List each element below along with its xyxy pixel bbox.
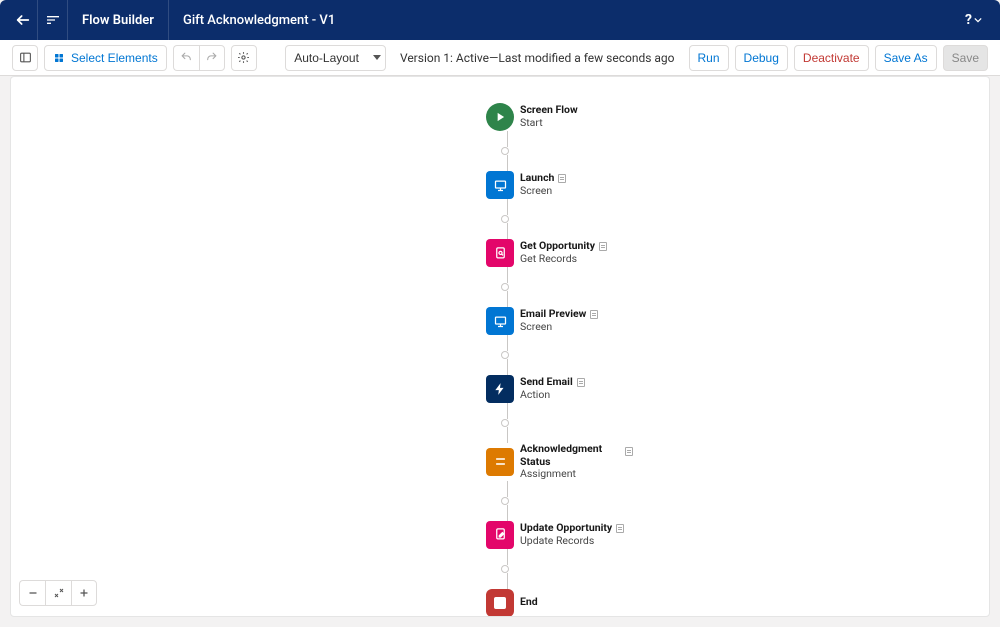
- node-subtitle: Get Records: [520, 253, 607, 266]
- help-icon: ?: [965, 12, 972, 28]
- template-badge-icon: [625, 447, 633, 456]
- redo-button[interactable]: [199, 45, 225, 71]
- node-subtitle: Start: [520, 117, 578, 130]
- toggle-side-panel-button[interactable]: [12, 45, 38, 71]
- flow-diagram: Screen Flow Start Launch Screen Get Oppo…: [486, 103, 633, 617]
- arrow-left-icon: [15, 12, 31, 28]
- flow-canvas[interactable]: Screen Flow Start Launch Screen Get Oppo…: [10, 76, 990, 617]
- end-icon: [486, 589, 514, 617]
- save-as-button[interactable]: Save As: [875, 45, 937, 71]
- redo-icon: [205, 51, 218, 64]
- flow-icon: [45, 12, 61, 28]
- add-element-dot[interactable]: [501, 565, 509, 573]
- settings-button[interactable]: [231, 45, 257, 71]
- add-element-dot[interactable]: [501, 215, 509, 223]
- minus-icon: [27, 587, 39, 599]
- plus-icon: [78, 587, 90, 599]
- node-launch[interactable]: Launch Screen: [486, 171, 566, 199]
- get-records-icon: [486, 239, 514, 267]
- node-ack-status[interactable]: Acknowledgment Status Assignment: [486, 443, 633, 481]
- node-subtitle: Action: [520, 389, 585, 402]
- assignment-icon: [486, 448, 514, 476]
- zoom-out-button[interactable]: [19, 580, 45, 606]
- app-header: Flow Builder Gift Acknowledgment - V1 ?: [0, 0, 1000, 40]
- node-subtitle: Screen: [520, 185, 566, 198]
- help-button[interactable]: ?: [955, 12, 992, 28]
- add-element-dot[interactable]: [501, 147, 509, 155]
- flow-name: Gift Acknowledgment - V1: [169, 13, 349, 28]
- template-badge-icon: [577, 378, 585, 387]
- undo-icon: [180, 51, 193, 64]
- chevron-down-icon: [373, 55, 381, 60]
- run-button[interactable]: Run: [689, 45, 729, 71]
- template-badge-icon: [616, 524, 624, 533]
- template-badge-icon: [590, 310, 598, 319]
- zoom-controls: [19, 580, 97, 606]
- deactivate-button[interactable]: Deactivate: [794, 45, 869, 71]
- node-title: End: [520, 596, 538, 609]
- node-start[interactable]: Screen Flow Start: [486, 103, 578, 131]
- add-element-dot[interactable]: [501, 283, 509, 291]
- select-icon: [53, 52, 65, 64]
- node-subtitle: Update Records: [520, 535, 624, 548]
- add-element-dot[interactable]: [501, 351, 509, 359]
- layout-mode-dropdown[interactable]: Auto-Layout: [285, 45, 386, 71]
- action-icon: [486, 375, 514, 403]
- zoom-in-button[interactable]: [71, 580, 97, 606]
- select-elements-button[interactable]: Select Elements: [44, 45, 167, 71]
- undo-redo-group: [173, 45, 225, 71]
- add-element-dot[interactable]: [501, 419, 509, 427]
- app-menu-button[interactable]: [38, 0, 68, 40]
- template-badge-icon: [599, 242, 607, 251]
- update-records-icon: [486, 521, 514, 549]
- back-button[interactable]: [8, 0, 38, 40]
- fit-screen-button[interactable]: [45, 580, 71, 606]
- toolbar: Select Elements Auto-Layout Version 1: A…: [0, 40, 1000, 76]
- node-subtitle: Screen: [520, 321, 598, 334]
- expand-icon: [53, 587, 65, 599]
- screen-icon: [486, 307, 514, 335]
- undo-button[interactable]: [173, 45, 199, 71]
- template-badge-icon: [558, 174, 566, 183]
- screen-icon: [486, 171, 514, 199]
- node-email-preview[interactable]: Email Preview Screen: [486, 307, 598, 335]
- node-update-opportunity[interactable]: Update Opportunity Update Records: [486, 521, 624, 549]
- chevron-down-icon: [974, 16, 982, 24]
- node-get-opportunity[interactable]: Get Opportunity Get Records: [486, 239, 607, 267]
- version-status: Version 1: Active—Last modified a few se…: [400, 51, 675, 65]
- node-subtitle: Assignment: [520, 468, 615, 481]
- node-title: Acknowledgment Status: [520, 443, 615, 468]
- save-button[interactable]: Save: [943, 45, 988, 71]
- start-icon: [486, 103, 514, 131]
- panel-icon: [19, 51, 32, 64]
- app-title: Flow Builder: [68, 0, 169, 40]
- gear-icon: [237, 51, 250, 64]
- node-end[interactable]: End: [486, 589, 538, 617]
- node-send-email[interactable]: Send Email Action: [486, 375, 585, 403]
- add-element-dot[interactable]: [501, 497, 509, 505]
- debug-button[interactable]: Debug: [735, 45, 788, 71]
- node-title: Update Opportunity: [520, 522, 624, 535]
